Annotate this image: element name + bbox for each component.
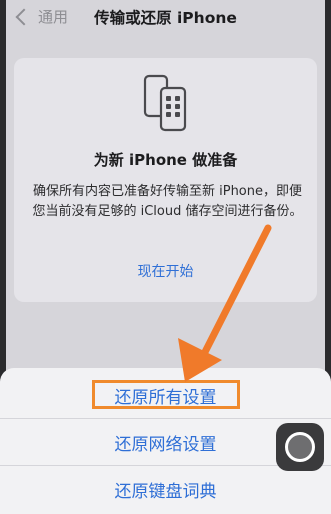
navigation-bar: 通用 传输或还原 iPhone — [6, 0, 325, 34]
assistive-touch-button[interactable] — [276, 423, 324, 471]
page-title: 传输或还原 iPhone — [94, 9, 237, 27]
reset-keyboard-dictionary-button[interactable]: 还原键盘词典 — [0, 465, 331, 512]
card-title: 为新 iPhone 做准备 — [93, 151, 238, 169]
iphone-transfer-icon — [143, 74, 187, 132]
annotation-highlight-box — [92, 380, 240, 409]
prepare-new-iphone-card: 为新 iPhone 做准备 确保所有内容已准备好传输至新 iPhone，即便您当… — [14, 58, 317, 302]
assistive-touch-icon — [285, 432, 315, 462]
get-started-link[interactable]: 现在开始 — [14, 261, 317, 281]
card-description: 确保所有内容已准备好传输至新 iPhone，即便您当前没有足够的 iCloud … — [32, 184, 303, 219]
